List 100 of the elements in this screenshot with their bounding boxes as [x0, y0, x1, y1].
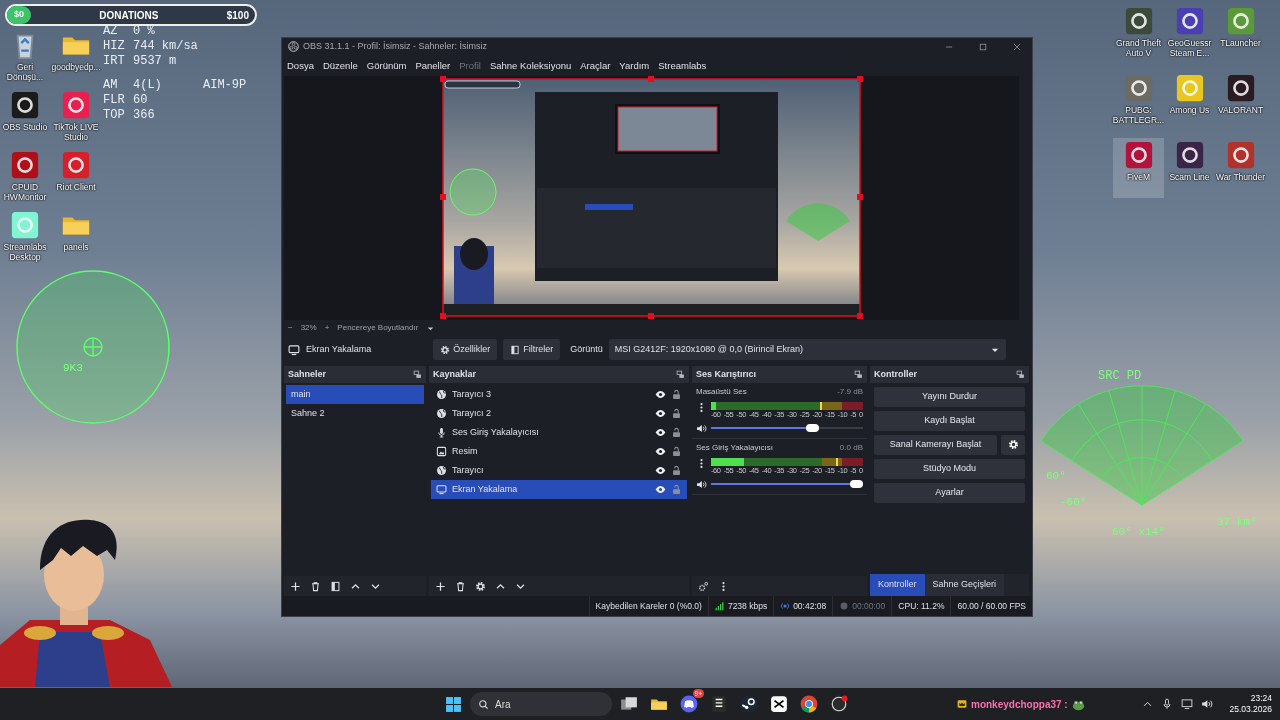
- desktop-shortcut[interactable]: panels: [50, 208, 102, 266]
- eye-icon[interactable]: [655, 483, 666, 495]
- settings-icon[interactable]: [698, 580, 709, 592]
- hud-value: 60: [133, 93, 149, 108]
- hud-label: AM: [103, 78, 119, 93]
- radar-mode-label: SRC PD: [1098, 368, 1142, 385]
- control-button[interactable]: Ayarlar: [874, 482, 1025, 503]
- source-name: Tarayıcı: [452, 463, 485, 477]
- source-item[interactable]: Ekran Yakalama: [431, 479, 687, 499]
- desktop-shortcut[interactable]: Grand Theft Auto V: [1113, 4, 1164, 64]
- desktop-shortcut[interactable]: PUBG: BATTLEGR...: [1113, 71, 1164, 131]
- window-title: OBS 31.1.1 - Profil: İsimsiz - Sahneler: İsimsiz: [303, 40, 488, 54]
- microphone-icon[interactable]: [1161, 698, 1174, 710]
- unlock-icon[interactable]: [671, 388, 682, 400]
- eye-icon[interactable]: [655, 407, 666, 419]
- gear-icon: [440, 344, 451, 355]
- zoom-out-button[interactable]: −: [288, 322, 293, 334]
- dock-title: Kaynaklar: [433, 367, 477, 381]
- source-name: Ses Giriş Yakalayıcısı: [452, 425, 540, 439]
- speaker-icon[interactable]: [696, 422, 707, 434]
- menu-item[interactable]: Dosya: [287, 58, 314, 74]
- display-label: Görüntü: [570, 343, 603, 357]
- desktop-shortcut[interactable]: VALORANT: [1215, 71, 1266, 131]
- source-name: Ekran Yakalama: [452, 482, 519, 496]
- desktop-shortcut[interactable]: TikTok LIVE Studio: [50, 88, 102, 146]
- desktop-shortcut[interactable]: GeoGuessr Steam E...: [1164, 4, 1215, 64]
- recorder-app-icon: [830, 695, 848, 713]
- fit-to-window-label: Pencereye Boyutlandır: [337, 322, 419, 334]
- record-time: 00:00:00: [852, 599, 886, 613]
- gear-icon[interactable]: [475, 580, 486, 592]
- dock-tab[interactable]: Kontroller: [870, 574, 925, 597]
- source-item[interactable]: Tarayıcı: [431, 460, 687, 480]
- source-item[interactable]: Tarayıcı 3: [431, 384, 687, 404]
- undock-icon[interactable]: [676, 369, 685, 379]
- menu-item[interactable]: Düzenle: [322, 58, 358, 74]
- desktop-shortcut[interactable]: goodbyedp...: [50, 28, 102, 86]
- clock-date: 25.03.2026: [1229, 704, 1272, 715]
- dock-tab[interactable]: Sahne Geçişleri: [924, 574, 1005, 597]
- control-button[interactable]: Yayını Durdur: [874, 386, 1025, 407]
- menu-item[interactable]: Araçlar: [580, 58, 611, 74]
- desktop-shortcut[interactable]: Streamlabs Desktop: [0, 208, 50, 266]
- radar-label: -60°: [1060, 495, 1087, 510]
- eye-icon[interactable]: [655, 464, 666, 476]
- source-item[interactable]: Ses Giriş Yakalayıcısı: [431, 422, 687, 442]
- unlock-icon[interactable]: [671, 407, 682, 419]
- source-item[interactable]: Resim: [431, 441, 687, 461]
- desktop-shortcut[interactable]: TLauncher: [1215, 4, 1266, 64]
- search-icon: [478, 698, 489, 710]
- properties-button[interactable]: Özellikler: [433, 339, 498, 361]
- desktop-shortcut[interactable]: Scam Line: [1164, 138, 1215, 198]
- trash-icon[interactable]: [455, 580, 466, 592]
- search-field[interactable]: Ara: [470, 692, 612, 716]
- display-select[interactable]: MSI G2412F: 1920x1080 @ 0,0 (Birincil Ekran): [608, 339, 1006, 361]
- unlock-icon[interactable]: [671, 464, 682, 476]
- app-icon: [1174, 6, 1205, 36]
- add-icon[interactable]: [435, 580, 446, 592]
- maximize-icon[interactable]: [978, 41, 988, 52]
- scene-item[interactable]: Sahne 2: [286, 403, 424, 423]
- control-button[interactable]: Stüdyo Modu: [874, 458, 1025, 479]
- channel-name: Masaüstü Ses: [696, 385, 747, 398]
- control-button[interactable]: Kaydı Başlat: [874, 410, 1025, 431]
- undock-icon[interactable]: [854, 369, 863, 379]
- undock-icon[interactable]: [1016, 369, 1025, 379]
- monitor-icon[interactable]: [1181, 698, 1194, 710]
- scene-item[interactable]: main: [286, 384, 424, 404]
- task-view-icon: [620, 695, 638, 713]
- settings-button[interactable]: [1001, 434, 1025, 455]
- desktop-shortcut[interactable]: Among Us: [1164, 71, 1215, 131]
- close-icon[interactable]: [1012, 41, 1022, 52]
- trash-icon[interactable]: [310, 580, 321, 592]
- menu-item[interactable]: Streamlabs: [658, 58, 707, 74]
- undock-icon[interactable]: [413, 369, 422, 379]
- filters-button[interactable]: Filtreler: [503, 339, 561, 361]
- desktop-shortcut[interactable]: CPUID HWMonitor: [0, 148, 50, 206]
- slider-thumb[interactable]: [850, 480, 863, 489]
- desktop-shortcut[interactable]: Riot Client: [50, 148, 102, 206]
- desktop-shortcut[interactable]: OBS Studio: [0, 88, 50, 146]
- speaker-icon[interactable]: [1201, 698, 1214, 710]
- slider-thumb[interactable]: [805, 424, 819, 433]
- menu-item[interactable]: Yardım: [619, 58, 650, 74]
- zoom-in-button[interactable]: +: [324, 322, 330, 334]
- control-button[interactable]: Sanal Kamerayı Başlat: [874, 434, 997, 455]
- add-icon[interactable]: [290, 580, 301, 592]
- app-icon: [10, 90, 40, 120]
- desktop-shortcut[interactable]: Geri Dönüşü...: [0, 28, 50, 86]
- eye-icon[interactable]: [655, 388, 666, 400]
- menu-item[interactable]: Paneller: [415, 58, 451, 74]
- filter-icon[interactable]: [330, 580, 341, 592]
- menu-item[interactable]: Sahne Koleksiyonu: [489, 58, 572, 74]
- unlock-icon[interactable]: [671, 445, 682, 457]
- unlock-icon[interactable]: [671, 426, 682, 438]
- globe-icon: [436, 464, 447, 476]
- source-item[interactable]: Tarayıcı 2: [431, 403, 687, 423]
- speaker-icon[interactable]: [696, 478, 707, 490]
- eye-icon[interactable]: [655, 426, 666, 438]
- menu-item[interactable]: Görünüm: [366, 58, 407, 74]
- desktop-shortcut[interactable]: War Thunder: [1215, 138, 1266, 198]
- signal-bars-icon: [714, 601, 725, 612]
- eye-icon[interactable]: [655, 445, 666, 457]
- hud-label: IRT: [103, 54, 126, 69]
